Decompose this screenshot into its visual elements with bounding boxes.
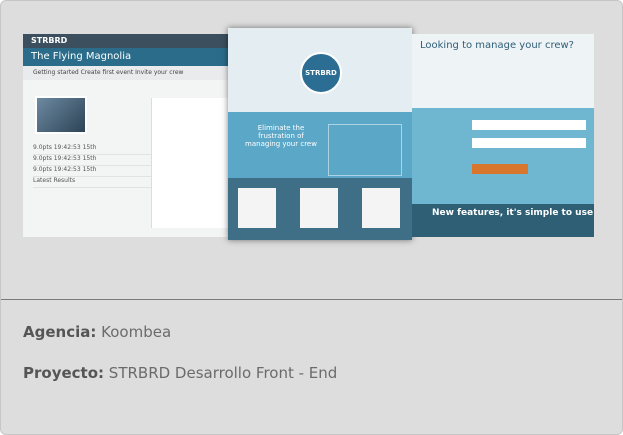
- boat-photo: [35, 96, 87, 134]
- screenshot-dashboard: STRBRD The Flying Magnolia Getting start…: [23, 34, 230, 237]
- feature-thumb: [300, 188, 338, 228]
- signup-heading: Looking to manage your crew?: [412, 34, 594, 108]
- screenshot-signup: Looking to manage your crew? New feature…: [412, 34, 594, 237]
- agency-label: Agencia:: [23, 323, 97, 341]
- activity-feed: [151, 98, 230, 228]
- divider: [1, 299, 622, 300]
- landing-message: Eliminate the frustration of managing yo…: [245, 124, 317, 148]
- feature-thumb: [238, 188, 276, 228]
- portfolio-card: STRBRD The Flying Magnolia Getting start…: [0, 0, 623, 435]
- landing-sky: STRBRD: [228, 28, 412, 112]
- agency-value: Koombea: [101, 323, 172, 341]
- project-label: Proyecto:: [23, 364, 105, 382]
- agency-line: Agencia: Koombea: [23, 323, 171, 341]
- dashboard-steps: Getting started Create first event Invit…: [23, 66, 230, 80]
- project-line: Proyecto: STRBRD Desarrollo Front - End: [23, 364, 337, 382]
- feature-thumb: [362, 188, 400, 228]
- project-value: STRBRD Desarrollo Front - End: [108, 364, 338, 382]
- screenshot-landing: STRBRD Eliminate the frustration of mana…: [228, 28, 412, 240]
- dashboard-brand: STRBRD: [23, 34, 230, 48]
- landing-form: [328, 124, 402, 176]
- features-strip: New features, it's simple to use: [412, 204, 594, 237]
- strbrd-logo: STRBRD: [300, 52, 342, 94]
- screenshots-collage: STRBRD The Flying Magnolia Getting start…: [23, 28, 594, 240]
- dashboard-title: The Flying Magnolia: [23, 48, 230, 66]
- start-button: [472, 164, 528, 174]
- landing-lower: [228, 178, 412, 240]
